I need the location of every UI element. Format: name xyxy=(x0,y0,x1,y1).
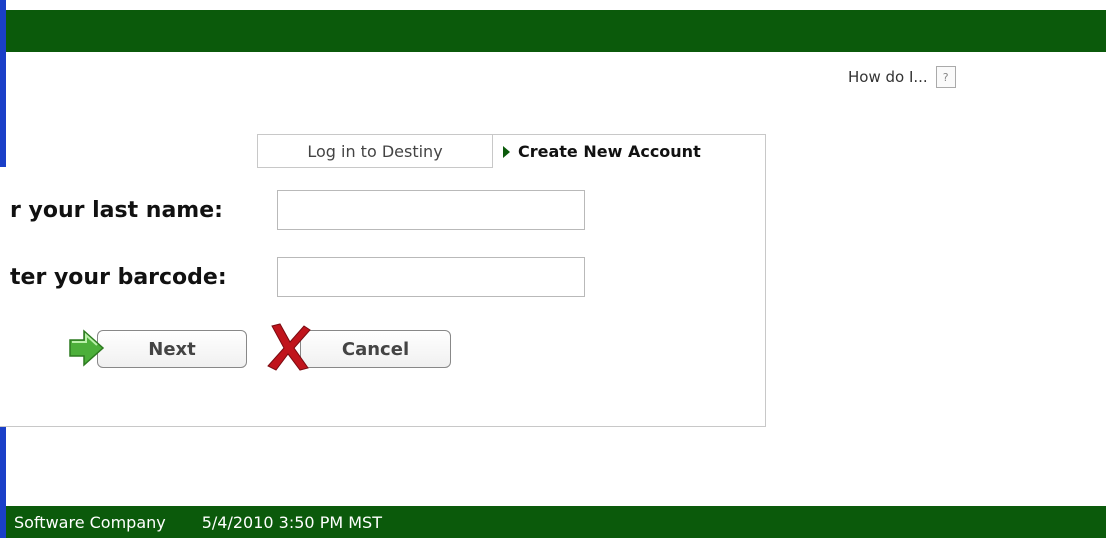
help-label: How do I... xyxy=(848,68,928,86)
barcode-label-wrap: ter your barcode: xyxy=(10,265,266,295)
footer-datetime: 5/4/2010 3:50 PM MST xyxy=(201,512,382,532)
cancel-button-label: Cancel xyxy=(341,338,410,360)
barcode-input[interactable] xyxy=(277,257,585,297)
barcode-label: ter your barcode: xyxy=(10,265,227,290)
next-button-label: Next xyxy=(148,338,196,360)
last-name-label: r your last name: xyxy=(10,198,223,223)
arrow-right-icon[interactable] xyxy=(66,328,106,368)
footer-company: Software Company xyxy=(14,512,166,532)
x-icon[interactable] xyxy=(266,322,312,372)
header-bar xyxy=(6,10,1106,52)
cancel-button[interactable]: Cancel xyxy=(300,330,451,368)
next-button[interactable]: Next xyxy=(97,330,247,368)
tab-log-in-label: Log in to Destiny xyxy=(307,141,443,161)
footer-bar: Software Company 5/4/2010 3:50 PM MST xyxy=(6,506,1106,538)
help-link[interactable]: How do I... ? xyxy=(848,66,956,88)
tab-log-in[interactable]: Log in to Destiny xyxy=(257,134,493,168)
question-icon[interactable]: ? xyxy=(935,66,956,88)
tab-create-account[interactable]: Create New Account xyxy=(492,134,766,168)
tab-create-account-label: Create New Account xyxy=(518,142,701,161)
triangle-right-icon xyxy=(503,145,510,158)
last-name-input[interactable] xyxy=(277,190,585,230)
page: How do I... ? Log in to Destiny Create N… xyxy=(0,0,1106,538)
last-name-label-wrap: r your last name: xyxy=(10,198,266,228)
